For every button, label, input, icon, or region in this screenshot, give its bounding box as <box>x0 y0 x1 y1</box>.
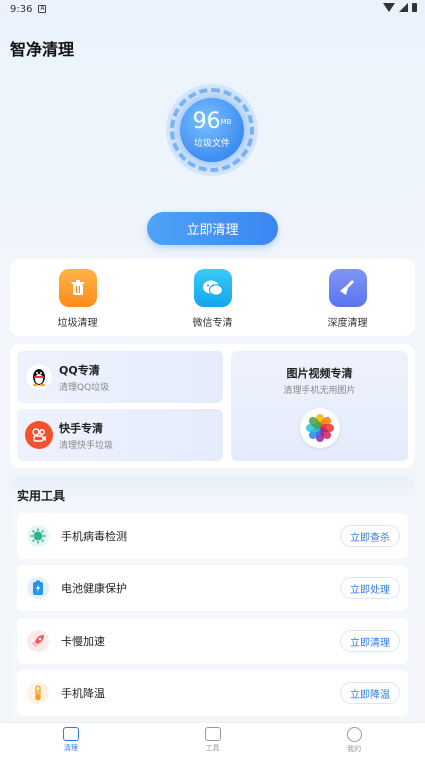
signal-icon <box>399 3 408 12</box>
bottom-nav: 清理 工具 我的 <box>0 722 425 757</box>
nav-mine-label: 我的 <box>347 745 362 753</box>
wifi-icon <box>383 3 395 12</box>
gauge-label: 垃圾文件 <box>193 139 230 149</box>
tool-virus-label: 手机病毒检测 <box>61 530 127 543</box>
photos-flower-icon <box>299 408 340 448</box>
qq-clean-text: QQ专清 清理QQ垃圾 <box>59 362 109 393</box>
photo-clean-subtitle: 清理手机无用图片 <box>283 386 356 396</box>
tools-section: 实用工具 手机病毒检测 立即查杀 电池健康保护 立即处理 卡慢加速 立即清理 手… <box>10 477 415 727</box>
kuaishou-clean-subtitle: 清理快手垃圾 <box>59 440 114 451</box>
thermometer-icon <box>27 682 49 704</box>
nav-clean-label: 清理 <box>63 744 78 752</box>
notification-icon: A <box>38 5 47 13</box>
battery-status-icon <box>412 3 417 12</box>
nav-mine[interactable]: 我的 <box>283 723 425 757</box>
virus-icon <box>27 525 49 547</box>
quick-actions-card: 垃圾清理 微信专清 深度清理 <box>10 259 415 336</box>
rocket-icon <box>27 630 49 652</box>
quick-junk-label: 垃圾清理 <box>57 318 98 329</box>
tool-cool-down[interactable]: 手机降温 立即降温 <box>17 670 408 716</box>
speed-clean-button[interactable]: 立即清理 <box>340 630 400 652</box>
virus-scan-button[interactable]: 立即查杀 <box>340 525 400 547</box>
special-clean-card: QQ专清 清理QQ垃圾 快手专清 清理快手垃圾 图片视频专清 清理手机无用图片 <box>10 344 415 468</box>
cool-down-button[interactable]: 立即降温 <box>340 682 400 704</box>
tool-speed-label: 卡慢加速 <box>61 635 105 648</box>
status-icons <box>383 3 417 12</box>
quick-wechat-label: 微信专清 <box>192 318 233 329</box>
clean-now-button[interactable]: 立即清理 <box>147 212 278 245</box>
kuaishou-clean-text: 快手专清 清理快手垃圾 <box>59 420 113 451</box>
gauge-value-wrap: 96MB <box>193 111 232 133</box>
gauge-value: 96 <box>192 109 221 134</box>
tool-battery-health[interactable]: 电池健康保护 立即处理 <box>17 565 408 611</box>
tool-cool-label: 手机降温 <box>61 687 105 700</box>
nav-tools-label: 工具 <box>205 744 220 752</box>
qq-clean-item[interactable]: QQ专清 清理QQ垃圾 <box>17 351 223 403</box>
kuaishou-icon <box>25 421 53 449</box>
quick-deep-label: 深度清理 <box>327 318 368 329</box>
nav-clean[interactable]: 清理 <box>0 723 142 757</box>
user-icon <box>346 727 362 742</box>
tools-title: 实用工具 <box>17 489 66 503</box>
trash-icon <box>58 269 97 307</box>
battery-icon <box>27 577 49 599</box>
status-time: 9:36 <box>10 3 33 15</box>
qq-penguin-icon <box>25 363 53 391</box>
photo-video-clean-item[interactable]: 图片视频专清 清理手机无用图片 <box>231 351 408 461</box>
tool-speed-up[interactable]: 卡慢加速 立即清理 <box>17 618 408 664</box>
tool-battery-label: 电池健康保护 <box>61 582 127 595</box>
app-title: 智净清理 <box>10 40 75 59</box>
qq-clean-title: QQ专清 <box>59 363 100 377</box>
broom-nav-icon <box>62 727 79 741</box>
photo-clean-title: 图片视频专清 <box>286 367 353 380</box>
tool-virus-scan[interactable]: 手机病毒检测 立即查杀 <box>17 513 408 559</box>
kuaishou-clean-title: 快手专清 <box>59 421 103 435</box>
qq-clean-subtitle: 清理QQ垃圾 <box>59 382 110 393</box>
gauge-unit: MB <box>220 118 232 126</box>
junk-gauge: 96MB 垃圾文件 <box>166 84 258 176</box>
nav-tools[interactable]: 工具 <box>142 723 284 757</box>
quick-wechat-clean[interactable]: 微信专清 <box>145 259 280 336</box>
toolbox-icon <box>204 727 221 741</box>
broom-icon <box>328 269 367 307</box>
gauge-core: 96MB 垃圾文件 <box>180 98 244 162</box>
quick-deep-clean[interactable]: 深度清理 <box>280 259 415 336</box>
quick-junk-clean[interactable]: 垃圾清理 <box>10 259 145 336</box>
kuaishou-clean-item[interactable]: 快手专清 清理快手垃圾 <box>17 409 223 461</box>
battery-handle-button[interactable]: 立即处理 <box>340 577 400 599</box>
status-bar: 9:36 A <box>0 0 425 18</box>
wechat-icon <box>193 269 232 307</box>
